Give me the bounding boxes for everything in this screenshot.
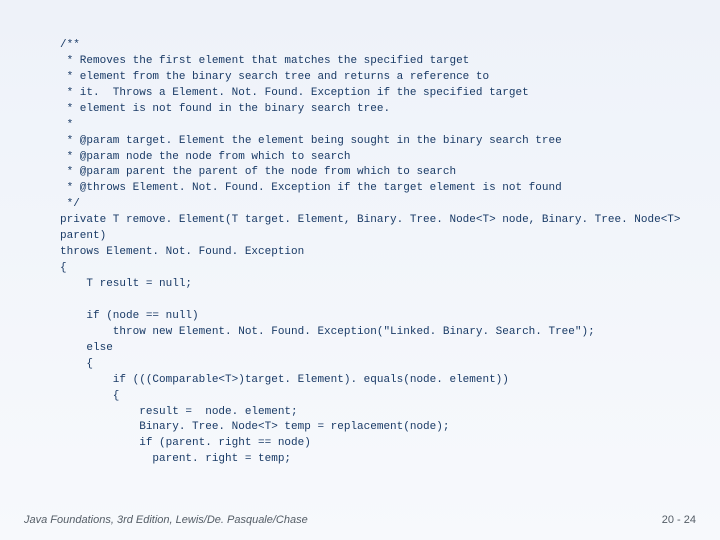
code-line: * @param target. Element the element bei… [60, 135, 562, 147]
code-line: else [60, 342, 113, 354]
code-line: if (((Comparable<T>)target. Element). eq… [60, 374, 509, 386]
code-block: /** * Removes the first element that mat… [60, 22, 700, 484]
code-line: T result = null; [60, 278, 192, 290]
slide: /** * Removes the first element that mat… [0, 0, 720, 540]
code-line: */ [60, 198, 80, 210]
code-line: * [60, 119, 73, 131]
code-line: parent) [60, 230, 106, 242]
code-line: parent. right = temp; [60, 453, 291, 465]
code-line: * @param parent the parent of the node f… [60, 166, 456, 178]
page-number: 20 - 24 [662, 514, 696, 526]
code-line: throw new Element. Not. Found. Exception… [60, 326, 595, 338]
code-line: * it. Throws a Element. Not. Found. Exce… [60, 87, 529, 99]
code-line: result = node. element; [60, 406, 298, 418]
code-line: /** [60, 39, 80, 51]
code-line: private T remove. Element(T target. Elem… [60, 214, 681, 226]
code-line: throws Element. Not. Found. Exception [60, 246, 304, 258]
code-line: if (node == null) [60, 310, 199, 322]
code-line: { [60, 262, 67, 274]
code-line: { [60, 358, 93, 370]
footer-text: Java Foundations, 3rd Edition, Lewis/De.… [24, 514, 308, 526]
code-line: * @param node the node from which to sea… [60, 151, 350, 163]
code-line: if (parent. right == node) [60, 437, 311, 449]
code-line: Binary. Tree. Node<T> temp = replacement… [60, 421, 449, 433]
code-line: * element from the binary search tree an… [60, 71, 489, 83]
code-line: * Removes the first element that matches… [60, 55, 469, 67]
code-line: * element is not found in the binary sea… [60, 103, 390, 115]
code-line: * @throws Element. Not. Found. Exception… [60, 182, 562, 194]
code-line: { [60, 390, 119, 402]
